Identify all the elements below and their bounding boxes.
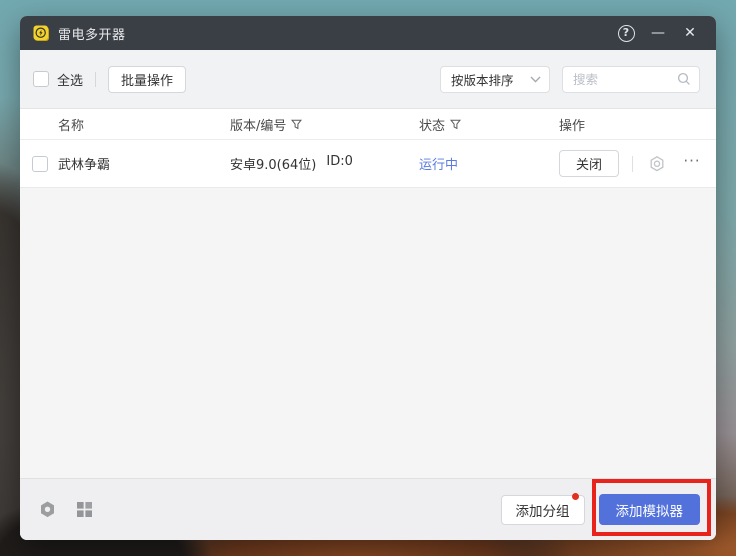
- gear-nut-icon: [38, 500, 57, 519]
- column-header-status[interactable]: 状态: [419, 115, 559, 134]
- toolbar-divider: [95, 72, 96, 87]
- emulator-version: 安卓9.0(64位) ID:0: [230, 154, 419, 173]
- add-group-button[interactable]: 添加分组: [501, 495, 585, 525]
- column-header-name[interactable]: 名称: [58, 115, 230, 134]
- status-badge: 运行中: [419, 154, 559, 173]
- android-version: 安卓9.0(64位): [230, 154, 316, 173]
- table-header: 名称 版本/编号 状态 操作: [20, 108, 716, 140]
- select-all-checkbox[interactable]: [33, 71, 49, 87]
- list-empty-area: [20, 188, 716, 478]
- row-settings-button[interactable]: [646, 153, 668, 175]
- search-input[interactable]: [573, 72, 677, 87]
- bottom-bar: 添加分组 添加模拟器: [20, 478, 716, 540]
- close-emulator-button[interactable]: 关闭: [559, 150, 619, 177]
- select-all-label: 全选: [57, 70, 83, 89]
- grid-icon: [76, 501, 93, 518]
- column-header-version[interactable]: 版本/编号: [230, 115, 419, 134]
- app-logo-icon: [33, 25, 50, 42]
- help-icon: ?: [618, 25, 635, 42]
- row-more-button[interactable]: ···: [681, 153, 703, 175]
- gear-icon: [648, 155, 666, 173]
- grid-view-button[interactable]: [73, 499, 95, 521]
- filter-icon[interactable]: [291, 119, 302, 130]
- sort-dropdown-value: 按版本排序: [451, 70, 530, 89]
- close-icon: ✕: [684, 25, 696, 41]
- global-settings-button[interactable]: [36, 499, 58, 521]
- filter-icon[interactable]: [450, 119, 461, 130]
- sort-dropdown[interactable]: 按版本排序: [440, 66, 550, 93]
- column-header-ops: 操作: [559, 115, 716, 134]
- close-button[interactable]: ✕: [678, 21, 702, 45]
- toolbar: 全选 批量操作 按版本排序: [20, 50, 716, 108]
- more-icon: ···: [683, 156, 700, 172]
- app-window: 雷电多开器 ? — ✕ 全选 批量操作 按版本排序: [20, 16, 716, 540]
- window-title: 雷电多开器: [58, 24, 126, 43]
- row-operations: 关闭 ···: [559, 150, 716, 177]
- ops-divider: [632, 156, 633, 172]
- chevron-down-icon: [530, 76, 541, 83]
- batch-operation-button[interactable]: 批量操作: [108, 66, 186, 93]
- row-checkbox[interactable]: [32, 156, 48, 172]
- search-icon: [677, 72, 691, 86]
- emulator-id: ID:0: [326, 154, 353, 173]
- minimize-button[interactable]: —: [646, 21, 670, 45]
- titlebar: 雷电多开器 ? — ✕: [20, 16, 716, 50]
- search-box: [562, 66, 700, 93]
- add-emulator-button[interactable]: 添加模拟器: [599, 494, 701, 525]
- minimize-icon: —: [651, 25, 665, 41]
- help-button[interactable]: ?: [614, 21, 638, 45]
- emulator-name: 武林争霸: [58, 154, 230, 173]
- table-row: 武林争霸 安卓9.0(64位) ID:0 运行中 关闭 ···: [20, 140, 716, 188]
- notification-dot: [572, 493, 579, 500]
